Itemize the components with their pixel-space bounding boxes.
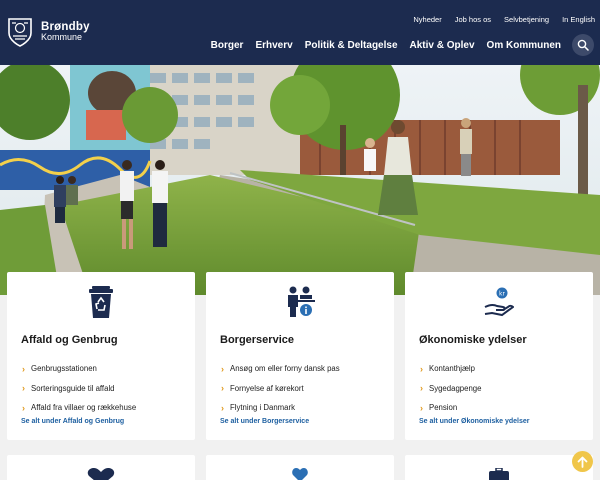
card-link[interactable]: › Kontanthjælp <box>420 359 481 379</box>
hero-photo <box>0 65 600 295</box>
chevron-right-icon: › <box>22 402 25 413</box>
card-see-all-link[interactable]: Se alt under Økonomiske ydelser <box>419 418 530 425</box>
chevron-right-icon: › <box>420 383 423 394</box>
logo[interactable]: Brøndby Kommune <box>6 16 90 48</box>
site-header: Brøndby Kommune Nyheder Job hos os Selvb… <box>0 0 600 65</box>
chevron-right-icon: › <box>221 363 224 374</box>
nav-item-borger[interactable]: Borger <box>211 40 244 51</box>
nav-item-politik[interactable]: Politik & Deltagelse <box>305 40 398 51</box>
nav-item-om-kommunen[interactable]: Om Kommunen <box>487 40 561 51</box>
card-link-label: Pension <box>429 403 458 413</box>
card-okonomiske-ydelser: kr Økonomiske ydelser › Kontanthjælp › Syg… <box>405 272 593 440</box>
card-link[interactable]: › Genbrugsstationen <box>22 359 136 379</box>
recycle-bin-icon <box>89 286 113 318</box>
scroll-to-top-button[interactable] <box>572 451 593 472</box>
card-borgerservice: Borgerservice › Ansøg om eller forny dans… <box>206 272 394 440</box>
heart-icon <box>292 468 308 480</box>
card-link[interactable]: › Sygedagpenge <box>420 379 481 399</box>
chevron-right-icon: › <box>22 363 25 374</box>
card-link[interactable]: › Ansøg om eller forny dansk pas <box>221 359 340 379</box>
top-link-self-service[interactable]: Selvbetjening <box>504 15 549 24</box>
top-links: Nyheder Job hos os Selvbetjening In Engl… <box>413 15 595 24</box>
card-link[interactable]: › Affald fra villaer og rækkehuse <box>22 398 136 418</box>
chevron-right-icon: › <box>221 383 224 394</box>
card-link-list: › Kontanthjælp › Sygedagpenge › Pension <box>420 359 481 418</box>
card-link-label: Sygedagpenge <box>429 383 482 393</box>
card-link-label: Ansøg om eller forny dansk pas <box>230 364 340 374</box>
top-link-news[interactable]: Nyheder <box>413 15 441 24</box>
chevron-right-icon: › <box>420 402 423 413</box>
citizen-service-icon <box>288 286 315 317</box>
card-link-label: Fornyelse af kørekort <box>230 383 304 393</box>
card-link-list: › Genbrugsstationen › Sorteringsguide til … <box>22 359 136 418</box>
search-icon <box>577 39 589 51</box>
card-link[interactable]: › Pension <box>420 398 481 418</box>
card-link-label: Flytning i Danmark <box>230 403 295 413</box>
card-affald: Affald og Genbrug › Genbrugsstationen › So… <box>7 272 195 440</box>
chevron-right-icon: › <box>22 383 25 394</box>
briefcase-icon <box>489 468 509 480</box>
card-link[interactable]: › Fornyelse af kørekort <box>221 379 340 399</box>
crest-icon <box>8 18 32 47</box>
card-see-all-link[interactable]: Se alt under Affald og Genbrug <box>21 418 124 425</box>
card-link-label: Sorteringsguide til affald <box>31 383 115 393</box>
card-partial <box>206 455 394 480</box>
arrow-up-icon <box>577 456 588 468</box>
money-hand-icon: kr <box>484 287 514 317</box>
card-link[interactable]: › Sorteringsguide til affald <box>22 379 136 399</box>
heart-icon <box>87 468 115 480</box>
nav-item-erhverv[interactable]: Erhverv <box>255 40 292 51</box>
card-title: Borgerservice <box>220 334 294 346</box>
search-button[interactable] <box>572 34 594 56</box>
hero-image <box>0 65 600 295</box>
card-see-all-link[interactable]: Se alt under Borgerservice <box>220 418 309 425</box>
card-link[interactable]: › Flytning i Danmark <box>221 398 340 418</box>
card-link-label: Affald fra villaer og rækkehuse <box>31 403 137 413</box>
nav-item-aktiv[interactable]: Aktiv & Oplev <box>410 40 475 51</box>
card-title: Affald og Genbrug <box>21 334 118 346</box>
card-title: Økonomiske ydelser <box>419 334 527 346</box>
main-nav: Borger Erhverv Politik & Deltagelse Akti… <box>211 40 561 51</box>
card-link-list: › Ansøg om eller forny dansk pas › Fornyel… <box>221 359 340 418</box>
card-link-label: Kontanthjælp <box>429 364 475 374</box>
logo-subtitle: Kommune <box>41 32 83 43</box>
top-link-jobs[interactable]: Job hos os <box>455 15 491 24</box>
top-link-english[interactable]: In English <box>562 15 595 24</box>
chevron-right-icon: › <box>221 402 224 413</box>
card-link-label: Genbrugsstationen <box>31 364 97 374</box>
card-partial <box>7 455 195 480</box>
chevron-right-icon: › <box>420 363 423 374</box>
card-partial <box>405 455 593 480</box>
svg-text:kr: kr <box>499 291 505 298</box>
